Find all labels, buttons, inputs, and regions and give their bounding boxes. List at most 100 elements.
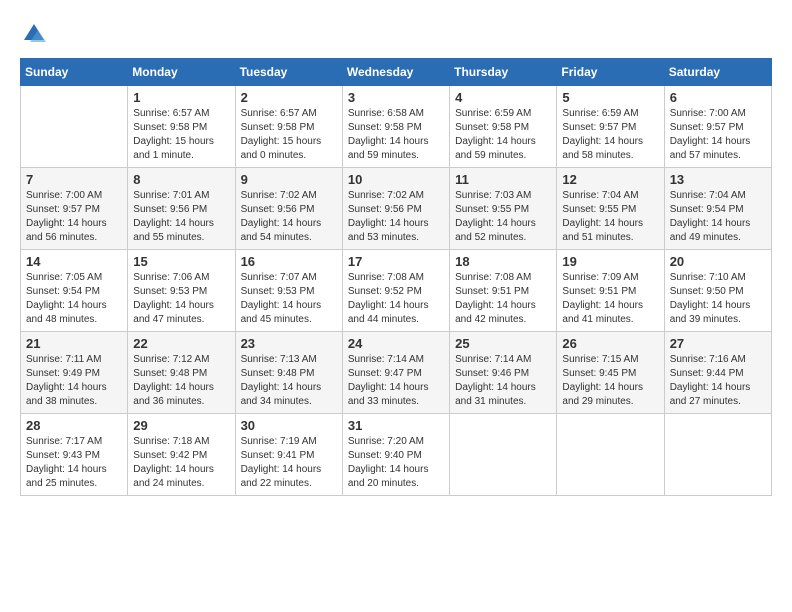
calendar-cell <box>21 86 128 168</box>
day-info: Sunrise: 7:06 AM Sunset: 9:53 PM Dayligh… <box>133 271 229 327</box>
calendar-week-row: 1 Sunrise: 6:57 AM Sunset: 9:58 PM Daylig… <box>21 86 772 168</box>
day-info: Sunrise: 7:16 AM Sunset: 9:44 PM Dayligh… <box>670 353 766 409</box>
day-info: Sunrise: 7:04 AM Sunset: 9:55 PM Dayligh… <box>562 189 658 245</box>
day-number: 30 <box>241 418 337 433</box>
day-number: 9 <box>241 172 337 187</box>
calendar-cell: 31 Sunrise: 7:20 AM Sunset: 9:40 PM Dayli… <box>342 414 449 496</box>
calendar-cell: 14 Sunrise: 7:05 AM Sunset: 9:54 PM Dayli… <box>21 250 128 332</box>
day-number: 22 <box>133 336 229 351</box>
calendar-cell: 26 Sunrise: 7:15 AM Sunset: 9:45 PM Dayli… <box>557 332 664 414</box>
calendar-cell: 28 Sunrise: 7:17 AM Sunset: 9:43 PM Dayli… <box>21 414 128 496</box>
day-info: Sunrise: 7:14 AM Sunset: 9:46 PM Dayligh… <box>455 353 551 409</box>
day-number: 5 <box>562 90 658 105</box>
calendar-table: SundayMondayTuesdayWednesdayThursdayFrid… <box>20 58 772 496</box>
calendar-cell <box>664 414 771 496</box>
day-number: 8 <box>133 172 229 187</box>
day-number: 1 <box>133 90 229 105</box>
day-number: 11 <box>455 172 551 187</box>
day-number: 12 <box>562 172 658 187</box>
day-number: 4 <box>455 90 551 105</box>
calendar-cell: 15 Sunrise: 7:06 AM Sunset: 9:53 PM Dayli… <box>128 250 235 332</box>
day-info: Sunrise: 7:00 AM Sunset: 9:57 PM Dayligh… <box>670 107 766 163</box>
day-number: 3 <box>348 90 444 105</box>
weekday-header-saturday: Saturday <box>664 59 771 86</box>
day-number: 20 <box>670 254 766 269</box>
day-info: Sunrise: 7:12 AM Sunset: 9:48 PM Dayligh… <box>133 353 229 409</box>
calendar-cell: 5 Sunrise: 6:59 AM Sunset: 9:57 PM Daylig… <box>557 86 664 168</box>
day-number: 6 <box>670 90 766 105</box>
day-info: Sunrise: 7:14 AM Sunset: 9:47 PM Dayligh… <box>348 353 444 409</box>
day-number: 24 <box>348 336 444 351</box>
weekday-header-thursday: Thursday <box>450 59 557 86</box>
weekday-header-wednesday: Wednesday <box>342 59 449 86</box>
day-info: Sunrise: 7:08 AM Sunset: 9:52 PM Dayligh… <box>348 271 444 327</box>
day-number: 13 <box>670 172 766 187</box>
calendar-cell: 18 Sunrise: 7:08 AM Sunset: 9:51 PM Dayli… <box>450 250 557 332</box>
day-info: Sunrise: 7:20 AM Sunset: 9:40 PM Dayligh… <box>348 435 444 491</box>
calendar-week-row: 28 Sunrise: 7:17 AM Sunset: 9:43 PM Dayli… <box>21 414 772 496</box>
day-number: 27 <box>670 336 766 351</box>
calendar-week-row: 7Sunrise: 7:00 AM Sunset: 9:57 PM Daylig… <box>21 168 772 250</box>
day-info: Sunrise: 7:17 AM Sunset: 9:43 PM Dayligh… <box>26 435 122 491</box>
calendar-cell: 10 Sunrise: 7:02 AM Sunset: 9:56 PM Dayli… <box>342 168 449 250</box>
day-number: 28 <box>26 418 122 433</box>
day-number: 23 <box>241 336 337 351</box>
calendar-cell: 7Sunrise: 7:00 AM Sunset: 9:57 PM Daylig… <box>21 168 128 250</box>
calendar-cell: 4 Sunrise: 6:59 AM Sunset: 9:58 PM Daylig… <box>450 86 557 168</box>
day-info: Sunrise: 7:07 AM Sunset: 9:53 PM Dayligh… <box>241 271 337 327</box>
weekday-header-tuesday: Tuesday <box>235 59 342 86</box>
calendar-cell: 12 Sunrise: 7:04 AM Sunset: 9:55 PM Dayli… <box>557 168 664 250</box>
day-info: Sunrise: 6:59 AM Sunset: 9:58 PM Dayligh… <box>455 107 551 163</box>
calendar-cell: 25 Sunrise: 7:14 AM Sunset: 9:46 PM Dayli… <box>450 332 557 414</box>
calendar-cell: 22 Sunrise: 7:12 AM Sunset: 9:48 PM Dayli… <box>128 332 235 414</box>
weekday-header-friday: Friday <box>557 59 664 86</box>
calendar-cell <box>450 414 557 496</box>
weekday-header-sunday: Sunday <box>21 59 128 86</box>
day-info: Sunrise: 7:08 AM Sunset: 9:51 PM Dayligh… <box>455 271 551 327</box>
logo-icon <box>20 20 48 48</box>
day-number: 31 <box>348 418 444 433</box>
day-info: Sunrise: 7:05 AM Sunset: 9:54 PM Dayligh… <box>26 271 122 327</box>
day-info: Sunrise: 6:59 AM Sunset: 9:57 PM Dayligh… <box>562 107 658 163</box>
calendar-cell: 24 Sunrise: 7:14 AM Sunset: 9:47 PM Dayli… <box>342 332 449 414</box>
day-number: 29 <box>133 418 229 433</box>
day-info: Sunrise: 7:19 AM Sunset: 9:41 PM Dayligh… <box>241 435 337 491</box>
calendar-cell: 29 Sunrise: 7:18 AM Sunset: 9:42 PM Dayli… <box>128 414 235 496</box>
day-number: 7 <box>26 172 122 187</box>
weekday-header-row: SundayMondayTuesdayWednesdayThursdayFrid… <box>21 59 772 86</box>
weekday-header-monday: Monday <box>128 59 235 86</box>
calendar-cell: 6 Sunrise: 7:00 AM Sunset: 9:57 PM Daylig… <box>664 86 771 168</box>
day-info: Sunrise: 7:11 AM Sunset: 9:49 PM Dayligh… <box>26 353 122 409</box>
calendar-cell: 16 Sunrise: 7:07 AM Sunset: 9:53 PM Dayli… <box>235 250 342 332</box>
day-info: Sunrise: 7:04 AM Sunset: 9:54 PM Dayligh… <box>670 189 766 245</box>
day-number: 10 <box>348 172 444 187</box>
calendar-cell: 27 Sunrise: 7:16 AM Sunset: 9:44 PM Dayli… <box>664 332 771 414</box>
day-info: Sunrise: 7:01 AM Sunset: 9:56 PM Dayligh… <box>133 189 229 245</box>
day-info: Sunrise: 7:10 AM Sunset: 9:50 PM Dayligh… <box>670 271 766 327</box>
day-number: 21 <box>26 336 122 351</box>
day-number: 26 <box>562 336 658 351</box>
logo <box>20 20 52 48</box>
day-number: 25 <box>455 336 551 351</box>
day-number: 18 <box>455 254 551 269</box>
calendar-week-row: 14 Sunrise: 7:05 AM Sunset: 9:54 PM Dayli… <box>21 250 772 332</box>
day-info: Sunrise: 7:02 AM Sunset: 9:56 PM Dayligh… <box>241 189 337 245</box>
day-number: 16 <box>241 254 337 269</box>
calendar-week-row: 21 Sunrise: 7:11 AM Sunset: 9:49 PM Dayli… <box>21 332 772 414</box>
day-info: Sunrise: 6:57 AM Sunset: 9:58 PM Dayligh… <box>241 107 337 163</box>
day-info: Sunrise: 7:18 AM Sunset: 9:42 PM Dayligh… <box>133 435 229 491</box>
day-info: Sunrise: 6:58 AM Sunset: 9:58 PM Dayligh… <box>348 107 444 163</box>
calendar-cell <box>557 414 664 496</box>
day-number: 19 <box>562 254 658 269</box>
calendar-cell: 8 Sunrise: 7:01 AM Sunset: 9:56 PM Daylig… <box>128 168 235 250</box>
day-info: Sunrise: 6:57 AM Sunset: 9:58 PM Dayligh… <box>133 107 229 163</box>
day-info: Sunrise: 7:02 AM Sunset: 9:56 PM Dayligh… <box>348 189 444 245</box>
calendar-cell: 19Sunrise: 7:09 AM Sunset: 9:51 PM Dayli… <box>557 250 664 332</box>
day-info: Sunrise: 7:15 AM Sunset: 9:45 PM Dayligh… <box>562 353 658 409</box>
day-number: 15 <box>133 254 229 269</box>
calendar-cell: 30 Sunrise: 7:19 AM Sunset: 9:41 PM Dayli… <box>235 414 342 496</box>
day-number: 14 <box>26 254 122 269</box>
day-number: 2 <box>241 90 337 105</box>
calendar-cell: 20 Sunrise: 7:10 AM Sunset: 9:50 PM Dayli… <box>664 250 771 332</box>
calendar-cell: 9 Sunrise: 7:02 AM Sunset: 9:56 PM Daylig… <box>235 168 342 250</box>
